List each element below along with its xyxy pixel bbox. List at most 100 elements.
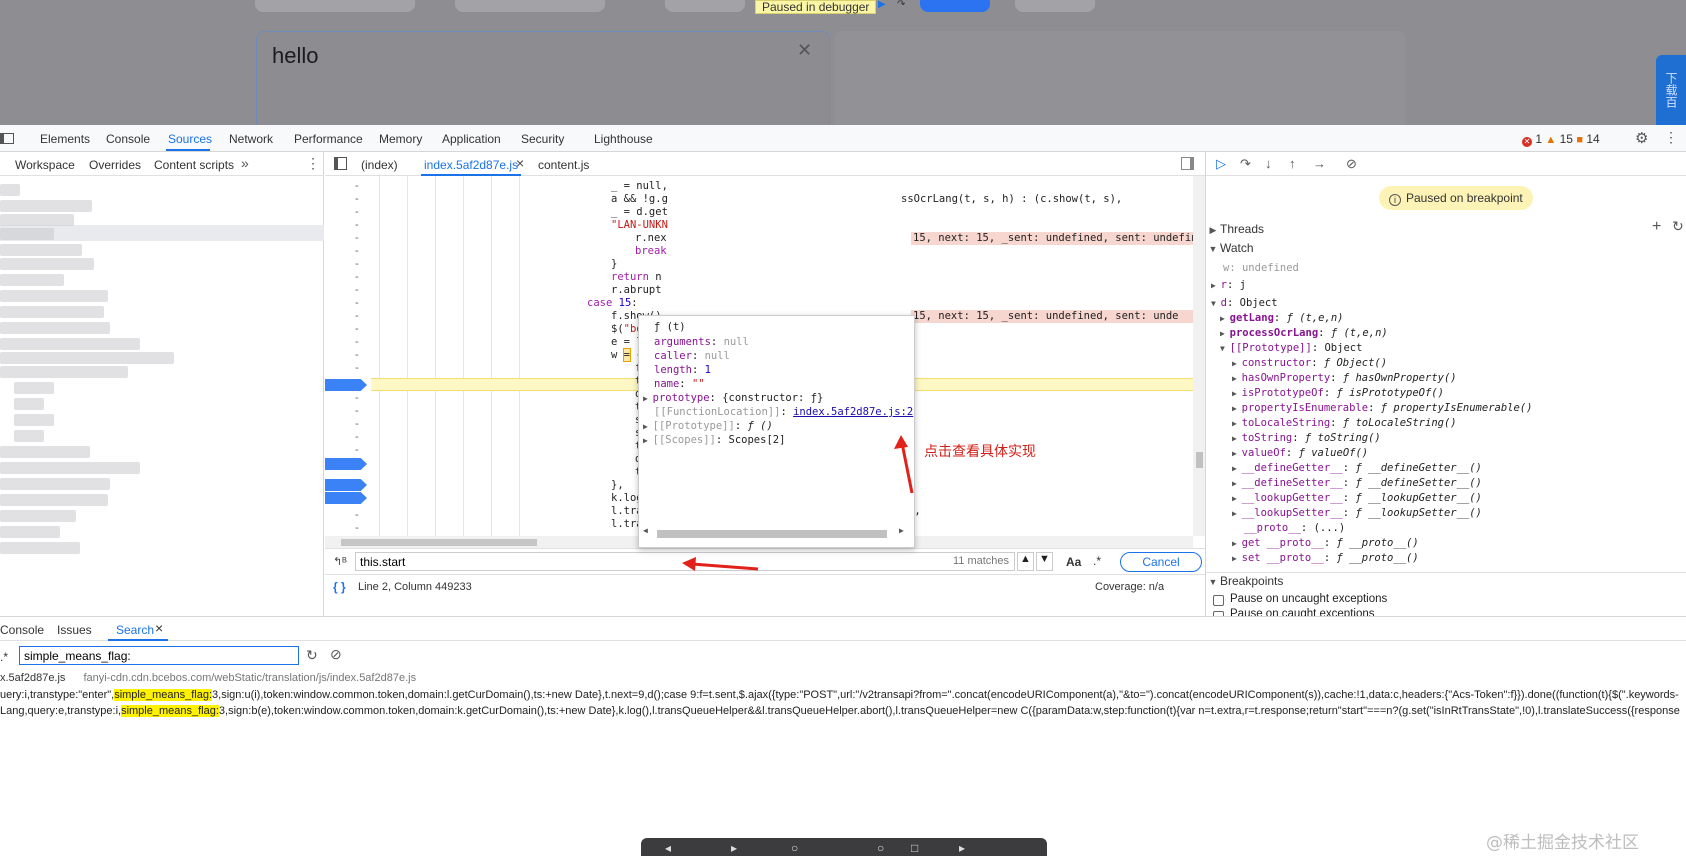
file-tree-row[interactable]: [0, 462, 140, 474]
regex-toggle[interactable]: .*: [0, 650, 8, 664]
tab-console[interactable]: Console: [106, 132, 150, 146]
pretty-print-icon[interactable]: { }: [333, 580, 346, 594]
tab-content-scripts[interactable]: Content scripts: [154, 158, 234, 172]
breakpoint-marker[interactable]: [325, 379, 367, 391]
download-banner[interactable]: 下载百: [1656, 55, 1686, 125]
watch-section-header[interactable]: ▼ Watch: [1206, 241, 1254, 257]
editor-vertical-scroll-thumb[interactable]: [1196, 452, 1203, 468]
breakpoint-marker[interactable]: [325, 479, 367, 491]
breakpoint-marker[interactable]: [325, 458, 367, 470]
watch-row[interactable]: ▶ set __proto__: ƒ __proto__(): [1232, 551, 1419, 565]
issue-counters[interactable]: ✕ 1 ▲ 15 ■ 14: [1522, 132, 1600, 147]
resume-icon[interactable]: ▷: [1216, 156, 1226, 172]
watch-row[interactable]: ▶ __lookupSetter__: ƒ __lookupSetter__(): [1232, 506, 1482, 520]
drawer-tab-issues[interactable]: Issues: [57, 623, 92, 637]
watch-row[interactable]: ▶ __lookupGetter__: ƒ __lookupGetter__(): [1232, 491, 1482, 505]
file-tree-row[interactable]: [0, 290, 108, 302]
search-result-line[interactable]: uery:i,transtype:"enter",simple_means_fl…: [0, 688, 1679, 703]
watch-row[interactable]: ▶ hasOwnProperty: ƒ hasOwnProperty(): [1232, 371, 1457, 385]
tab-security[interactable]: Security: [521, 132, 564, 146]
editor-tab-content-js[interactable]: content.js: [538, 158, 589, 172]
drawer-tab-console[interactable]: Console: [0, 623, 44, 637]
file-tree-row[interactable]: [0, 258, 94, 270]
more-tabs-icon[interactable]: »: [241, 155, 249, 171]
file-tree-row[interactable]: [0, 494, 108, 506]
file-tree-row[interactable]: [0, 322, 110, 334]
file-tree-row[interactable]: [0, 306, 104, 318]
refresh-search-icon[interactable]: ↻: [306, 647, 318, 664]
file-tree-row[interactable]: [0, 510, 76, 522]
toggle-debugger-icon[interactable]: [1181, 157, 1194, 170]
file-tree-row[interactable]: [0, 446, 90, 458]
function-location-link[interactable]: index.5af2d87e.js:2: [793, 406, 913, 418]
editor-horizontal-scroll-thumb[interactable]: [341, 539, 537, 546]
file-tree[interactable]: [0, 176, 324, 642]
file-tree-row[interactable]: [0, 478, 110, 490]
file-tree-row[interactable]: [0, 352, 174, 364]
match-case-button[interactable]: Aa: [1066, 555, 1081, 569]
file-tree-row[interactable]: [0, 228, 54, 240]
file-tree-row[interactable]: [0, 244, 82, 256]
watch-row[interactable]: ▶ constructor: ƒ Object(): [1232, 356, 1387, 370]
recorder-icon[interactable]: ◂: [665, 841, 671, 855]
watch-row[interactable]: ▶ valueOf: ƒ valueOf(): [1232, 446, 1368, 460]
file-tree-row[interactable]: [0, 274, 64, 286]
popover-horizontal-scrollbar[interactable]: ◀ ▶: [641, 526, 911, 540]
line-gutter[interactable]: - - - - - - - - - - - - - - - - - - - -: [325, 176, 371, 536]
scroll-left-icon[interactable]: ◀: [643, 526, 648, 535]
clear-icon[interactable]: ✕: [797, 40, 812, 61]
recorder-icon[interactable]: ○: [791, 841, 798, 855]
watch-row[interactable]: ▶ propertyIsEnumerable: ƒ propertyIsEnum…: [1232, 401, 1532, 415]
breakpoint-marker[interactable]: [325, 492, 367, 504]
resume-icon[interactable]: ▶: [878, 0, 890, 12]
find-previous-button[interactable]: ▲: [1017, 552, 1034, 571]
global-search-input[interactable]: [19, 646, 299, 665]
regex-button[interactable]: .*: [1093, 554, 1101, 568]
popover-row[interactable]: ▶ [[Scopes]]: Scopes[2]: [643, 433, 785, 447]
device-toolbar-icon[interactable]: [0, 133, 14, 144]
watch-row[interactable]: ▶ __defineSetter__: ƒ __defineSetter__(): [1232, 476, 1482, 490]
step-into-icon[interactable]: ↓: [1265, 156, 1272, 171]
file-tree-row[interactable]: [14, 382, 54, 394]
tab-lighthouse[interactable]: Lighthouse: [594, 132, 653, 146]
watch-row[interactable]: ▶ get __proto__: ƒ __proto__(): [1232, 536, 1419, 550]
search-result-line[interactable]: Lang,query:e,transtype:i,simple_means_fl…: [0, 704, 1680, 719]
web-nav-pill[interactable]: [255, 0, 415, 12]
popover-row[interactable]: ▶ prototype: {constructor: ƒ}: [643, 391, 823, 405]
toggle-navigator-icon[interactable]: [334, 157, 347, 170]
drawer-tab-search[interactable]: Search: [116, 623, 154, 637]
watch-row[interactable]: ▶ r: j: [1211, 278, 1246, 292]
file-tree-row[interactable]: [0, 366, 128, 378]
search-result-file[interactable]: x.5af2d87e.js fanyi-cdn.cdn.bcebos.com/we…: [0, 672, 416, 684]
translate-button[interactable]: [920, 0, 990, 12]
recorder-icon[interactable]: ▸: [959, 841, 965, 855]
threads-section-header[interactable]: ▶ Threads: [1206, 222, 1265, 238]
watch-row[interactable]: ▶ toString: ƒ toString(): [1232, 431, 1381, 445]
step-out-icon[interactable]: ↑: [1289, 156, 1296, 171]
tab-workspace[interactable]: Workspace: [15, 158, 75, 172]
web-nav-pill[interactable]: [665, 0, 745, 12]
clear-search-icon[interactable]: ⊘: [330, 646, 342, 663]
file-tree-row[interactable]: [14, 414, 54, 426]
recorder-icon[interactable]: ▸: [731, 841, 737, 855]
tab-overrides[interactable]: Overrides: [89, 158, 141, 172]
add-watch-icon[interactable]: +: [1652, 218, 1661, 236]
watch-row[interactable]: ▶ getLang: ƒ (t,e,n): [1220, 311, 1343, 325]
breakpoints-section-header[interactable]: ▼ Breakpoints: [1206, 572, 1686, 588]
tab-performance[interactable]: Performance: [294, 132, 363, 146]
recorder-icon[interactable]: ○: [877, 841, 884, 855]
watch-row[interactable]: ▼ d: Object: [1211, 296, 1278, 310]
watch-row[interactable]: __proto__: (...): [1244, 521, 1345, 535]
recorder-icon[interactable]: □: [911, 841, 918, 855]
file-tree-row[interactable]: [0, 542, 80, 554]
watch-row[interactable]: w: undefined: [1223, 261, 1299, 275]
web-nav-pill[interactable]: [455, 0, 605, 12]
popover-scroll-thumb[interactable]: [657, 530, 887, 538]
file-tree-row[interactable]: [0, 214, 74, 226]
editor-vertical-scrollbar[interactable]: [1193, 176, 1205, 536]
editor-tab-index[interactable]: (index): [361, 158, 398, 172]
pause-uncaught-checkbox[interactable]: [1213, 595, 1224, 606]
web-nav-pill[interactable]: [1015, 0, 1095, 12]
file-tree-row[interactable]: [14, 398, 44, 410]
tab-network[interactable]: Network: [229, 132, 273, 146]
